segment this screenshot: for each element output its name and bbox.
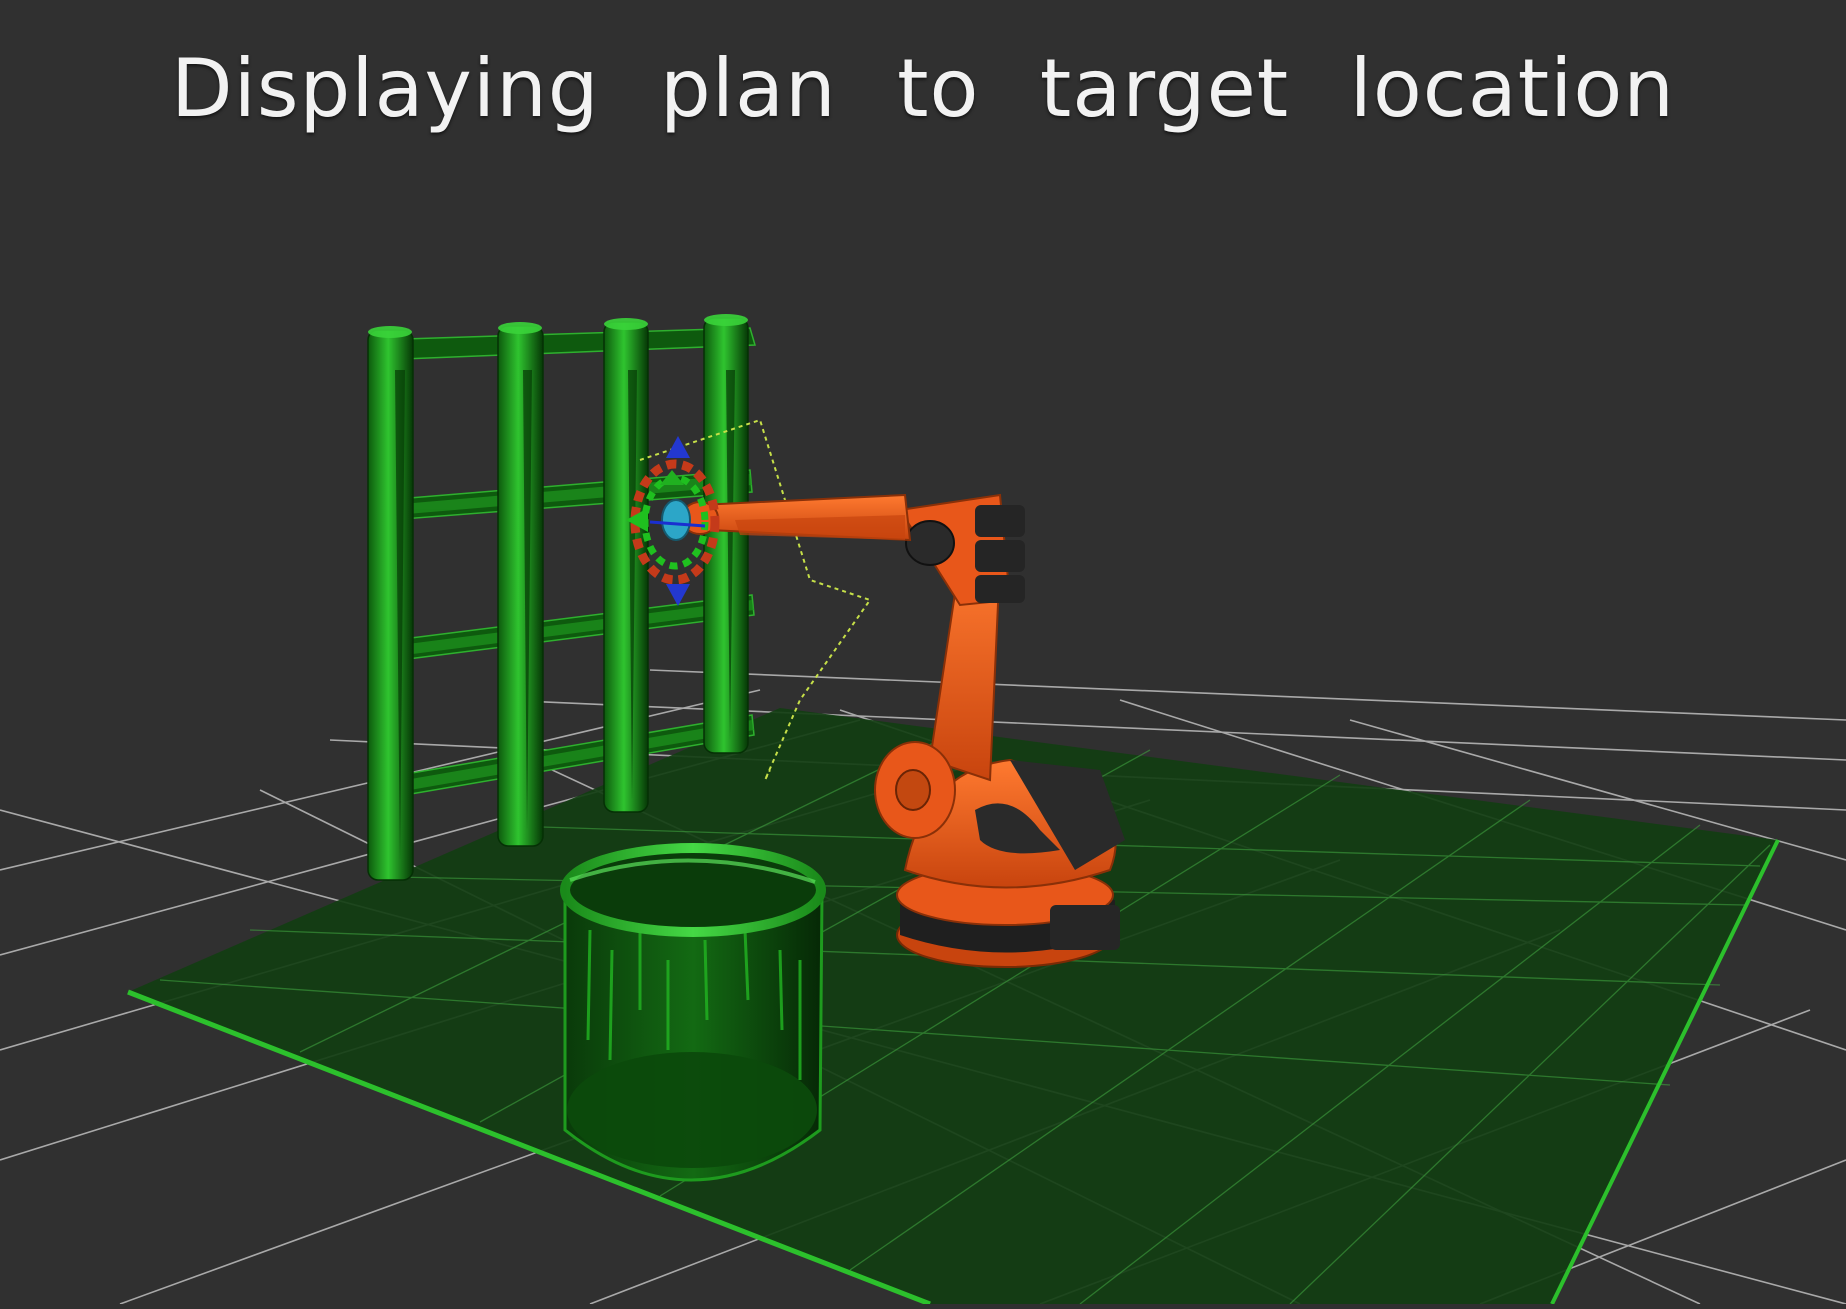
status-text-overlay: Displaying plan to target location: [170, 42, 1676, 135]
3d-viewport[interactable]: Displaying plan to target location: [0, 0, 1846, 1307]
cylinder-icon: [560, 843, 826, 1182]
bin: [560, 843, 826, 1182]
